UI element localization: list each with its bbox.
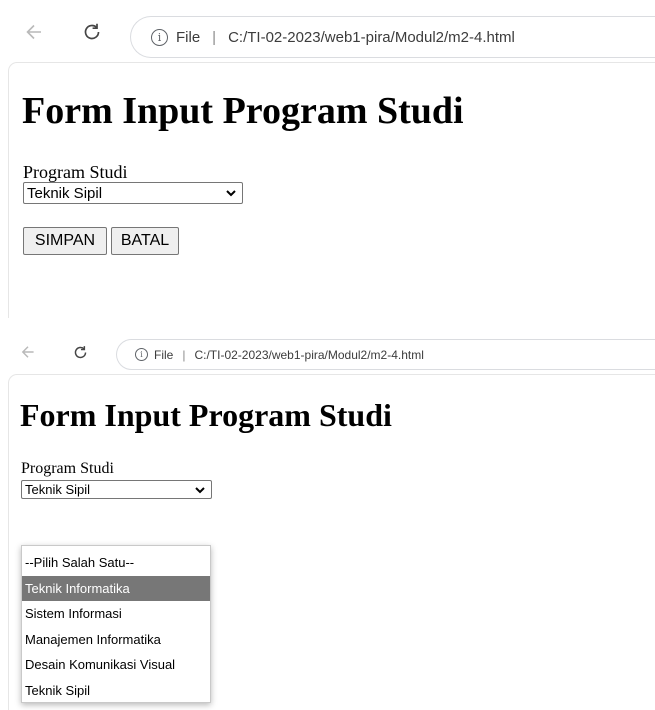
browser-toolbar: i File | C:/TI-02-2023/web1-pira/Modul2/…: [0, 332, 655, 372]
info-icon[interactable]: i: [135, 348, 148, 361]
chevron-down-icon: [226, 190, 236, 197]
page-content: Form Input Program Studi Program Studi T…: [8, 62, 655, 318]
program-studi-dropdown-list: --Pilih Salah Satu-- Teknik Informatika …: [21, 545, 211, 703]
program-studi-select[interactable]: Teknik Sipil: [21, 480, 212, 499]
page-content: Form Input Program Studi Program Studi T…: [8, 374, 655, 710]
program-studi-select[interactable]: Teknik Sipil: [23, 182, 243, 204]
cancel-button[interactable]: BATAL: [111, 227, 179, 255]
reload-icon: [74, 345, 86, 358]
scheme-label: File: [154, 347, 174, 362]
dropdown-option[interactable]: --Pilih Salah Satu--: [22, 550, 210, 576]
address-bar[interactable]: i File | C:/TI-02-2023/web1-pira/Modul2/…: [130, 16, 655, 58]
dropdown-option[interactable]: Desain Komunikasi Visual: [22, 652, 210, 678]
select-value: Teknik Sipil: [25, 482, 91, 497]
reload-button[interactable]: [71, 342, 89, 362]
save-button[interactable]: SIMPAN: [23, 227, 107, 255]
url-separator: |: [212, 28, 217, 46]
info-icon[interactable]: i: [151, 28, 168, 46]
page-title: Form Input Program Studi: [20, 397, 392, 433]
back-button[interactable]: [22, 20, 46, 44]
screenshot-form-closed: i File | C:/TI-02-2023/web1-pira/Modul2/…: [0, 0, 655, 318]
page-title: Form Input Program Studi: [22, 90, 464, 132]
arrow-left-icon: [26, 24, 41, 40]
browser-toolbar: i File | C:/TI-02-2023/web1-pira/Modul2/…: [0, 0, 655, 58]
back-button[interactable]: [19, 342, 37, 362]
url-text[interactable]: C:/TI-02-2023/web1-pira/Modul2/m2-4.html: [194, 348, 423, 362]
select-value: Teknik Sipil: [27, 184, 103, 202]
url-text[interactable]: C:/TI-02-2023/web1-pira/Modul2/m2-4.html: [228, 29, 515, 46]
reload-icon: [84, 23, 100, 40]
reload-button[interactable]: [80, 20, 104, 44]
arrow-left-icon: [21, 346, 34, 358]
screenshot-dropdown-open: i File | C:/TI-02-2023/web1-pira/Modul2/…: [0, 332, 655, 710]
url-separator: |: [182, 347, 186, 362]
address-bar[interactable]: i File | C:/TI-02-2023/web1-pira/Modul2/…: [116, 339, 655, 370]
scheme-label: File: [176, 28, 201, 46]
dropdown-option[interactable]: Sistem Informasi: [22, 601, 210, 627]
dropdown-option[interactable]: Manajemen Informatika: [22, 627, 210, 653]
program-studi-label: Program Studi: [21, 460, 114, 477]
dropdown-option-highlighted[interactable]: Teknik Informatika: [22, 575, 210, 601]
chevron-down-icon: [195, 486, 205, 493]
program-studi-label: Program Studi: [23, 162, 128, 182]
dropdown-option[interactable]: Teknik Sipil: [22, 678, 210, 704]
